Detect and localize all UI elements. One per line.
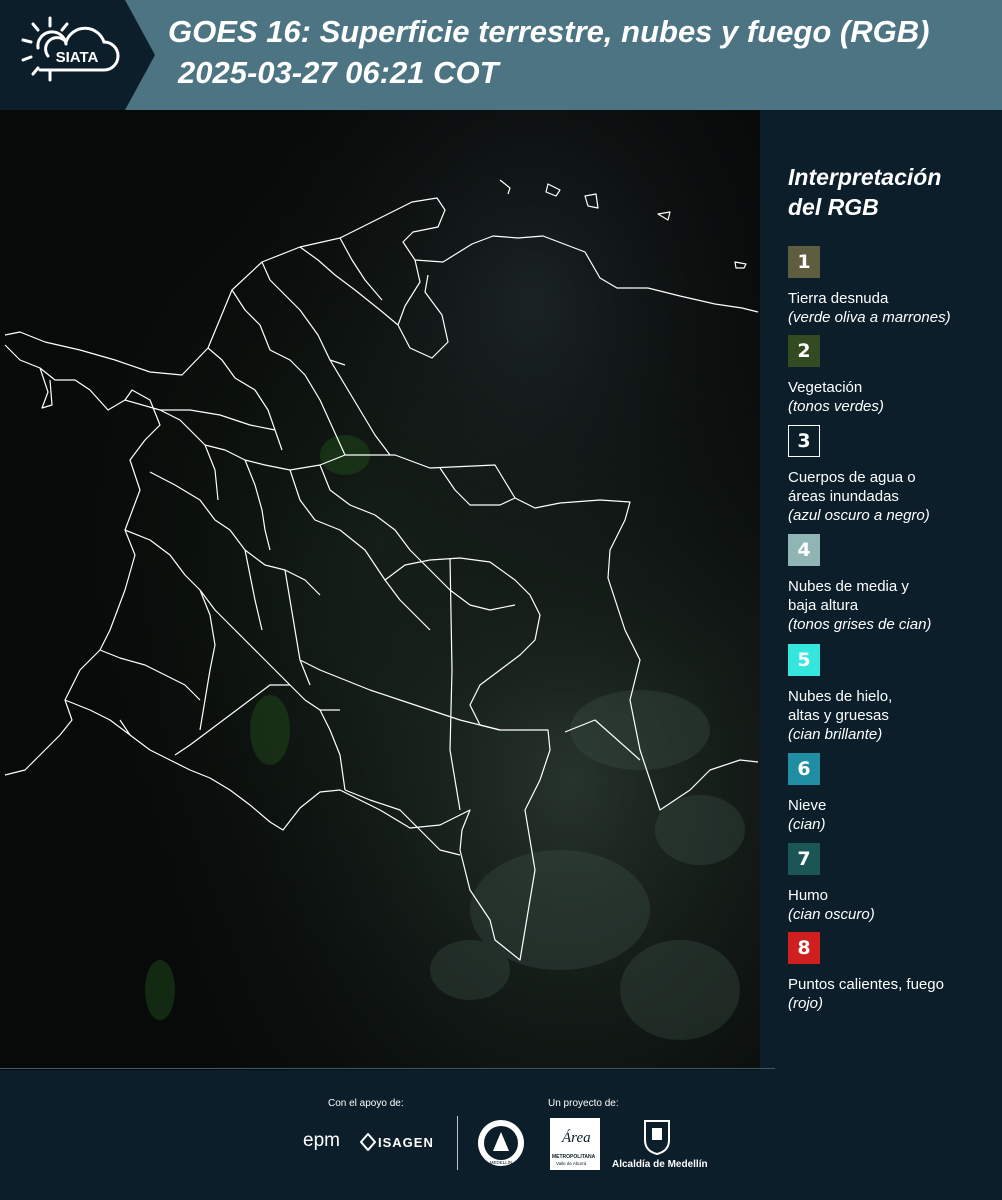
header: SIATA GOES 16: Superficie terrestre, nub… (0, 0, 1002, 110)
legend-swatch: 7 (788, 843, 820, 875)
legend-item-vegetation: 2 Vegetación (tonos verdes) (788, 335, 1000, 416)
footer-divider (0, 1068, 775, 1069)
support-caption: Con el apoyo de: (328, 1098, 404, 1109)
seal-text: MEDELLÍN (490, 1159, 513, 1165)
legend-label: Cuerpos de agua o áreas inundadas (788, 468, 1000, 506)
legend-label: Vegetación (788, 379, 863, 396)
legend-item-low-clouds: 4 Nubes de media y baja altura (tonos gr… (788, 534, 1000, 634)
siata-logo: SIATA (0, 0, 155, 110)
legend-sublabel: (cian brillante) (788, 726, 883, 743)
legend-label-line: Cuerpos de agua o (788, 469, 916, 486)
legend-item-ice-clouds: 5 Nubes de hielo, altas y gruesas (cian … (788, 644, 1000, 744)
satellite-map[interactable] (0, 110, 760, 1070)
isagen-logo-icon (360, 1133, 376, 1151)
legend-label-line: Nubes de hielo, (788, 688, 893, 705)
legend-sublabel: (cian oscuro) (788, 906, 875, 923)
legend-item-water: 3 Cuerpos de agua o áreas inundadas (azu… (788, 425, 1000, 525)
area-logo-subtext: METROPOLITANA (552, 1154, 596, 1160)
legend-label-line: altas y gruesas (788, 707, 889, 724)
project-caption: Un proyecto de: (548, 1098, 619, 1109)
legend-label: Nubes de hielo, altas y gruesas (788, 687, 1000, 725)
legend-label-line: baja altura (788, 597, 859, 614)
legend-swatch: 2 (788, 335, 820, 367)
area-logo-subtext-2: Valle de Aburrá (556, 1161, 587, 1166)
legend-label-line: áreas inundadas (788, 488, 899, 505)
legend-sublabel: (azul oscuro a negro) (788, 507, 930, 524)
footer-separator (457, 1116, 458, 1170)
isagen-logo: ISAGEN (378, 1135, 434, 1150)
legend-swatch: 3 (788, 425, 820, 457)
legend-sublabel: (rojo) (788, 995, 824, 1012)
epm-logo: epm (303, 1130, 340, 1151)
legend-label: Humo (788, 887, 829, 904)
legend-sublabel: (verde oliva a marrones) (788, 309, 951, 326)
page-timestamp: 2025-03-27 06:21 COT (178, 55, 499, 90)
legend-label: Nubes de media y baja altura (788, 577, 1000, 615)
footer: Con el apoyo de: Un proyecto de: epm ISA… (0, 1068, 1002, 1200)
legend-item-fire: 8 Puntos calientes, fuego (rojo) (788, 932, 1000, 1013)
legend-panel: Interpretación del RGB 1 Tierra desnuda … (760, 110, 1002, 1070)
legend-swatch: 5 (788, 644, 820, 676)
legend-label: Puntos calientes, fuego (788, 976, 944, 993)
siata-logo-text: SIATA (56, 49, 99, 66)
legend-label: Nieve (788, 797, 827, 814)
legend-item-bare-soil: 1 Tierra desnuda (verde oliva a marrones… (788, 246, 1000, 327)
legend-title-line1: Interpretación (788, 164, 942, 190)
legend-sublabel: (tonos verdes) (788, 398, 884, 415)
area-metropolitana-logo: Área METROPOLITANA Valle de Aburrá (550, 1118, 600, 1170)
legend-title-line2: del RGB (788, 194, 879, 220)
legend-swatch: 6 (788, 753, 820, 785)
area-logo-text: Área (562, 1130, 591, 1146)
legend-swatch: 4 (788, 534, 820, 566)
map-canvas (0, 110, 760, 1070)
legend-sublabel: (cian) (788, 816, 826, 833)
legend-swatch: 1 (788, 246, 820, 278)
legend-item-smoke: 7 Humo (cian oscuro) (788, 843, 1000, 924)
legend-item-snow: 6 Nieve (cian) (788, 753, 1000, 834)
legend-swatch: 8 (788, 932, 820, 964)
page-title: GOES 16: Superficie terrestre, nubes y f… (168, 14, 930, 49)
alcaldia-logo-text: Alcaldía de Medellín (612, 1159, 708, 1170)
alcaldia-crest-icon (644, 1120, 670, 1156)
university-seal-icon: MEDELLÍN (478, 1120, 524, 1166)
legend-label-line: Nubes de media y (788, 578, 909, 595)
legend-sublabel: (tonos grises de cian) (788, 616, 932, 633)
legend-title: Interpretación del RGB (788, 162, 998, 222)
legend-label: Tierra desnuda (788, 290, 889, 307)
